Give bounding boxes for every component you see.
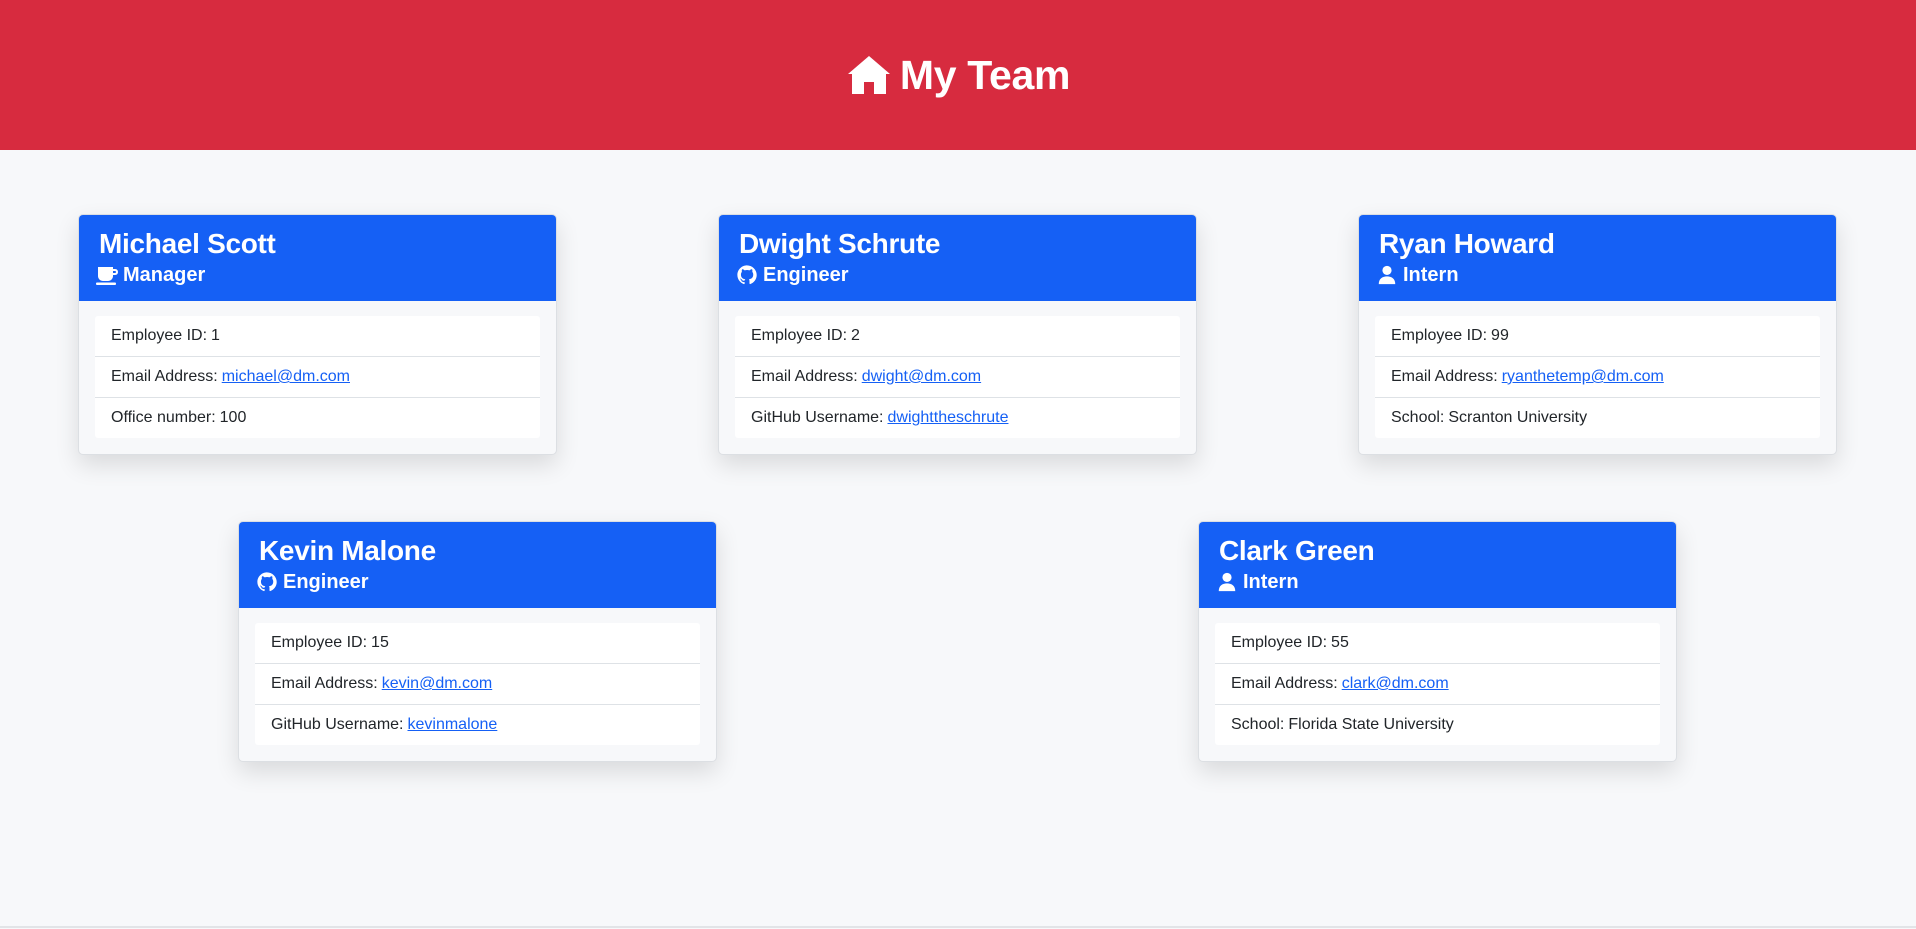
employee-name: Dwight Schrute: [739, 228, 941, 259]
employee-name: Kevin Malone: [259, 535, 436, 566]
github-username-link[interactable]: dwighttheschrute: [888, 409, 1009, 427]
employee-name: Ryan Howard: [1379, 228, 1555, 259]
school-label: School:: [1391, 409, 1445, 426]
card-body: Employee ID: 1 Email Address: michael@dm…: [79, 301, 556, 438]
email-row: Email Address: dwight@dm.com: [735, 356, 1180, 397]
employee-role: Manager: [95, 262, 536, 288]
email-label: Email Address:: [111, 368, 218, 385]
employee-role-text: Intern: [1403, 264, 1459, 286]
email-row: Email Address: kevin@dm.com: [255, 663, 700, 704]
employee-role-text: Manager: [123, 264, 206, 286]
card-header: Clark Green Intern: [1199, 522, 1676, 608]
card-body: Employee ID: 2 Email Address: dwight@dm.…: [719, 301, 1196, 438]
card-header: Ryan Howard Intern: [1359, 215, 1836, 301]
email-label: Email Address:: [271, 675, 378, 692]
github-username-label: GitHub Username:: [751, 409, 884, 426]
card-header: Kevin Malone Engineer: [239, 522, 716, 608]
employee-id-label: Employee ID:: [1231, 634, 1328, 651]
page-title: My Team: [846, 52, 1070, 99]
employee-role: Engineer: [255, 569, 696, 595]
employee-role-text: Engineer: [763, 264, 849, 286]
office-number-value: 100: [219, 409, 247, 426]
employee-id-label: Employee ID:: [751, 327, 848, 344]
employee-name: Clark Green: [1219, 535, 1375, 566]
employee-card: Clark Green Intern Employee ID: 55 Email…: [1198, 521, 1677, 762]
user-icon: [1215, 571, 1239, 593]
card-body: Employee ID: 15 Email Address: kevin@dm.…: [239, 608, 716, 745]
email-link[interactable]: clark@dm.com: [1342, 675, 1449, 693]
card-header: Michael Scott Manager: [79, 215, 556, 301]
card-header: Dwight Schrute Engineer: [719, 215, 1196, 301]
employee-id-row: Employee ID: 15: [255, 623, 700, 663]
email-label: Email Address:: [751, 368, 858, 385]
github-icon: [735, 264, 759, 286]
employee-card: Dwight Schrute Engineer Employee ID: 2 E…: [718, 214, 1197, 455]
page-title-text: My Team: [899, 51, 1071, 98]
email-link[interactable]: kevin@dm.com: [382, 675, 493, 693]
email-row: Email Address: clark@dm.com: [1215, 663, 1660, 704]
employee-id-row: Employee ID: 1: [95, 316, 540, 356]
email-link[interactable]: michael@dm.com: [222, 368, 350, 386]
employee-id-label: Employee ID:: [1391, 327, 1488, 344]
employee-role: Intern: [1375, 262, 1816, 288]
office-number-label: Office number:: [111, 409, 216, 426]
card-body: Employee ID: 99 Email Address: ryanthete…: [1359, 301, 1836, 438]
employee-id-row: Employee ID: 55: [1215, 623, 1660, 663]
info-list: Employee ID: 55 Email Address: clark@dm.…: [1215, 623, 1660, 745]
email-row: Email Address: ryanthetemp@dm.com: [1375, 356, 1820, 397]
github-username-link[interactable]: kevinmalone: [408, 716, 498, 734]
github-username-label: GitHub Username:: [271, 716, 404, 733]
github-username-row: GitHub Username: dwighttheschrute: [735, 397, 1180, 438]
info-list: Employee ID: 15 Email Address: kevin@dm.…: [255, 623, 700, 745]
employee-id-label: Employee ID:: [111, 327, 208, 344]
employee-id-value: 2: [851, 327, 860, 344]
school-value: Scranton University: [1448, 409, 1588, 426]
email-row: Email Address: michael@dm.com: [95, 356, 540, 397]
employee-id-value: 1: [211, 327, 220, 344]
team-page: My Team Michael Scott Manager Employee I…: [0, 0, 1916, 929]
card-body: Employee ID: 55 Email Address: clark@dm.…: [1199, 608, 1676, 745]
employee-role-text: Intern: [1243, 571, 1299, 593]
email-label: Email Address:: [1231, 675, 1338, 692]
employee-id-row: Employee ID: 2: [735, 316, 1180, 356]
github-icon: [255, 571, 279, 593]
email-link[interactable]: dwight@dm.com: [862, 368, 981, 386]
office-number-row: Office number: 100: [95, 397, 540, 438]
employee-id-value: 55: [1331, 634, 1349, 651]
employee-role: Intern: [1215, 569, 1656, 595]
info-list: Employee ID: 1 Email Address: michael@dm…: [95, 316, 540, 438]
home-icon: [846, 54, 892, 96]
employee-id-label: Employee ID:: [271, 634, 368, 651]
school-row: School: Scranton University: [1375, 397, 1820, 438]
info-list: Employee ID: 99 Email Address: ryanthete…: [1375, 316, 1820, 438]
employee-id-value: 99: [1491, 327, 1509, 344]
employee-role: Engineer: [735, 262, 1176, 288]
employee-id-row: Employee ID: 99: [1375, 316, 1820, 356]
school-value: Florida State University: [1288, 716, 1454, 733]
github-username-row: GitHub Username: kevinmalone: [255, 704, 700, 745]
user-icon: [1375, 264, 1399, 286]
school-row: School: Florida State University: [1215, 704, 1660, 745]
coffee-icon: [95, 264, 119, 286]
employee-role-text: Engineer: [283, 571, 369, 593]
info-list: Employee ID: 2 Email Address: dwight@dm.…: [735, 316, 1180, 438]
employee-card: Kevin Malone Engineer Employee ID: 15 Em…: [238, 521, 717, 762]
page-header: My Team: [0, 0, 1916, 150]
bottom-divider: [0, 926, 1916, 928]
employee-card: Ryan Howard Intern Employee ID: 99 Email…: [1358, 214, 1837, 455]
school-label: School:: [1231, 716, 1285, 733]
employee-id-value: 15: [371, 634, 389, 651]
email-label: Email Address:: [1391, 368, 1498, 385]
employee-name: Michael Scott: [99, 228, 276, 259]
employee-card: Michael Scott Manager Employee ID: 1 Ema…: [78, 214, 557, 455]
email-link[interactable]: ryanthetemp@dm.com: [1502, 368, 1664, 386]
